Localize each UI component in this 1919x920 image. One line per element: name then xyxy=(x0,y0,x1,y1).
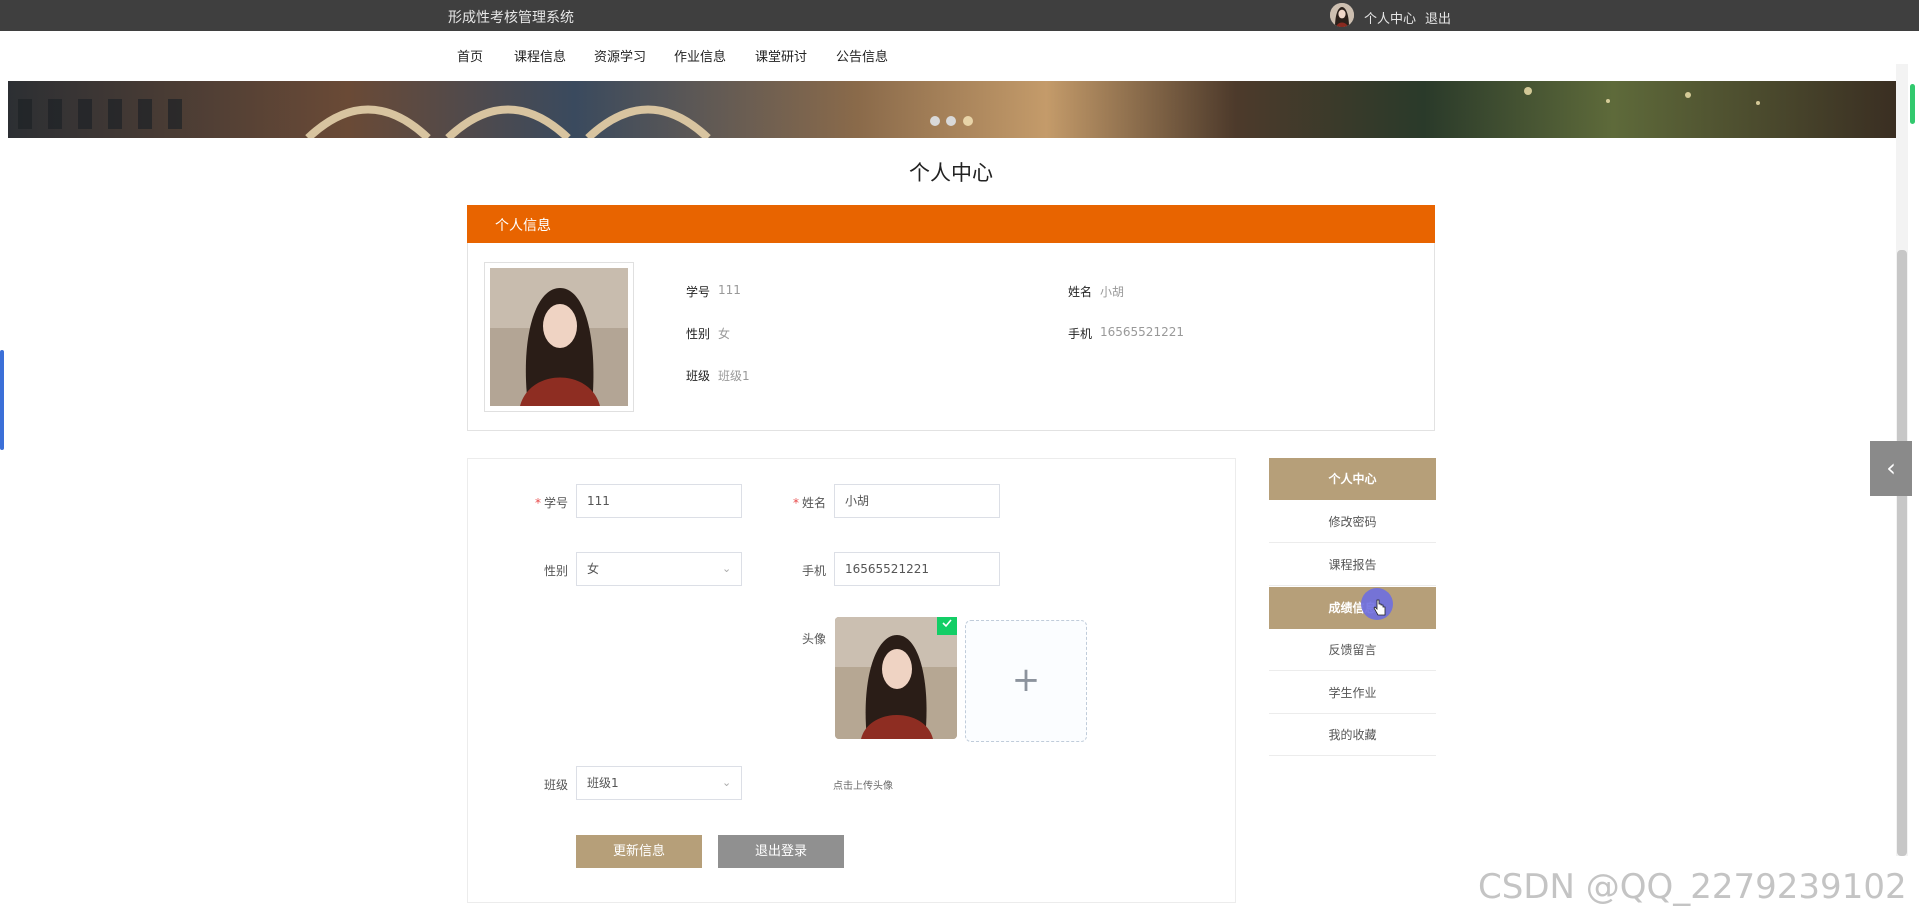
info-gender-label: 性别 xyxy=(686,327,711,341)
info-phone-label: 手机 xyxy=(1068,327,1093,341)
scrollbar-thumb[interactable] xyxy=(1897,250,1907,856)
info-student-id-label: 学号 xyxy=(686,285,711,299)
info-name-value: 小胡 xyxy=(1100,285,1125,299)
logout-link[interactable]: 退出 xyxy=(1425,8,1451,27)
form-name-label: * 姓名 xyxy=(792,496,826,510)
nav-announcements[interactable]: 公告信息 xyxy=(836,46,888,65)
page-title: 个人中心 xyxy=(909,161,993,185)
user-center-link[interactable]: 个人中心 xyxy=(1364,8,1416,27)
class-select[interactable]: 班级1 xyxy=(576,766,742,800)
update-info-button[interactable]: 更新信息 xyxy=(576,835,702,868)
collapse-chevron-left-icon[interactable]: ‹ xyxy=(1870,441,1912,496)
chevron-down-icon: ⌄ xyxy=(722,776,732,789)
info-name-label: 姓名 xyxy=(1068,285,1093,299)
side-menu-feedback[interactable]: 反馈留言 xyxy=(1269,629,1436,671)
nav-discussion[interactable]: 课堂研讨 xyxy=(755,46,807,65)
profile-photo xyxy=(484,262,634,412)
hand-cursor-icon xyxy=(1373,599,1386,616)
gender-select[interactable]: 女 xyxy=(576,552,742,586)
form-avatar-label: 头像 xyxy=(801,632,826,646)
carousel-dot-1[interactable] xyxy=(930,116,940,126)
form-gender-label: 性别 xyxy=(543,564,568,578)
nav-homework[interactable]: 作业信息 xyxy=(674,46,726,65)
side-widget-handle[interactable] xyxy=(0,350,4,450)
top-bar xyxy=(0,0,1919,31)
name-input[interactable]: 小胡 xyxy=(834,484,1000,518)
form-student-id-label: * 学号 xyxy=(534,496,568,510)
phone-input[interactable]: 16565521221 xyxy=(834,552,1000,586)
chevron-down-icon: ⌄ xyxy=(722,562,732,575)
personal-info-header xyxy=(467,205,1435,243)
uploaded-avatar-preview[interactable] xyxy=(835,617,957,739)
info-class-value: 班级1 xyxy=(718,369,750,383)
nav-bar xyxy=(8,31,1896,81)
form-class-label: 班级 xyxy=(543,778,568,792)
banner-carousel xyxy=(8,81,1896,138)
upload-hint: 点击上传头像 xyxy=(833,781,893,792)
form-phone-label: 手机 xyxy=(801,564,826,578)
side-menu-favorites[interactable]: 我的收藏 xyxy=(1269,714,1436,756)
nav-course-info[interactable]: 课程信息 xyxy=(514,46,566,65)
info-gender-value: 女 xyxy=(718,327,731,341)
site-title: 形成性考核管理系统 xyxy=(448,10,574,26)
plus-icon: + xyxy=(1011,660,1041,700)
user-avatar[interactable] xyxy=(1330,3,1354,27)
student-id-input[interactable]: 111 xyxy=(576,484,742,518)
side-menu-student-homework[interactable]: 学生作业 xyxy=(1269,672,1436,714)
carousel-dot-2[interactable] xyxy=(946,116,956,126)
side-menu-user-center[interactable]: 个人中心 xyxy=(1269,458,1436,500)
info-phone-value: 16565521221 xyxy=(1100,325,1184,339)
side-menu-course-report[interactable]: 课程报告 xyxy=(1269,544,1436,586)
personal-info-heading: 个人信息 xyxy=(495,218,551,234)
nav-home[interactable]: 首页 xyxy=(457,46,483,65)
nav-resources[interactable]: 资源学习 xyxy=(594,46,646,65)
info-class-label: 班级 xyxy=(686,369,711,383)
carousel-dot-3[interactable] xyxy=(963,116,973,126)
side-menu-grades[interactable]: 成绩信息 xyxy=(1269,587,1436,629)
side-menu-change-password[interactable]: 修改密码 xyxy=(1269,501,1436,543)
upload-success-check-icon xyxy=(937,617,957,635)
logout-button[interactable]: 退出登录 xyxy=(718,835,844,868)
info-student-id-value: 111 xyxy=(718,283,741,297)
watermark: CSDN @QQ_2279239102 xyxy=(1478,867,1907,907)
status-indicator xyxy=(1910,84,1915,124)
